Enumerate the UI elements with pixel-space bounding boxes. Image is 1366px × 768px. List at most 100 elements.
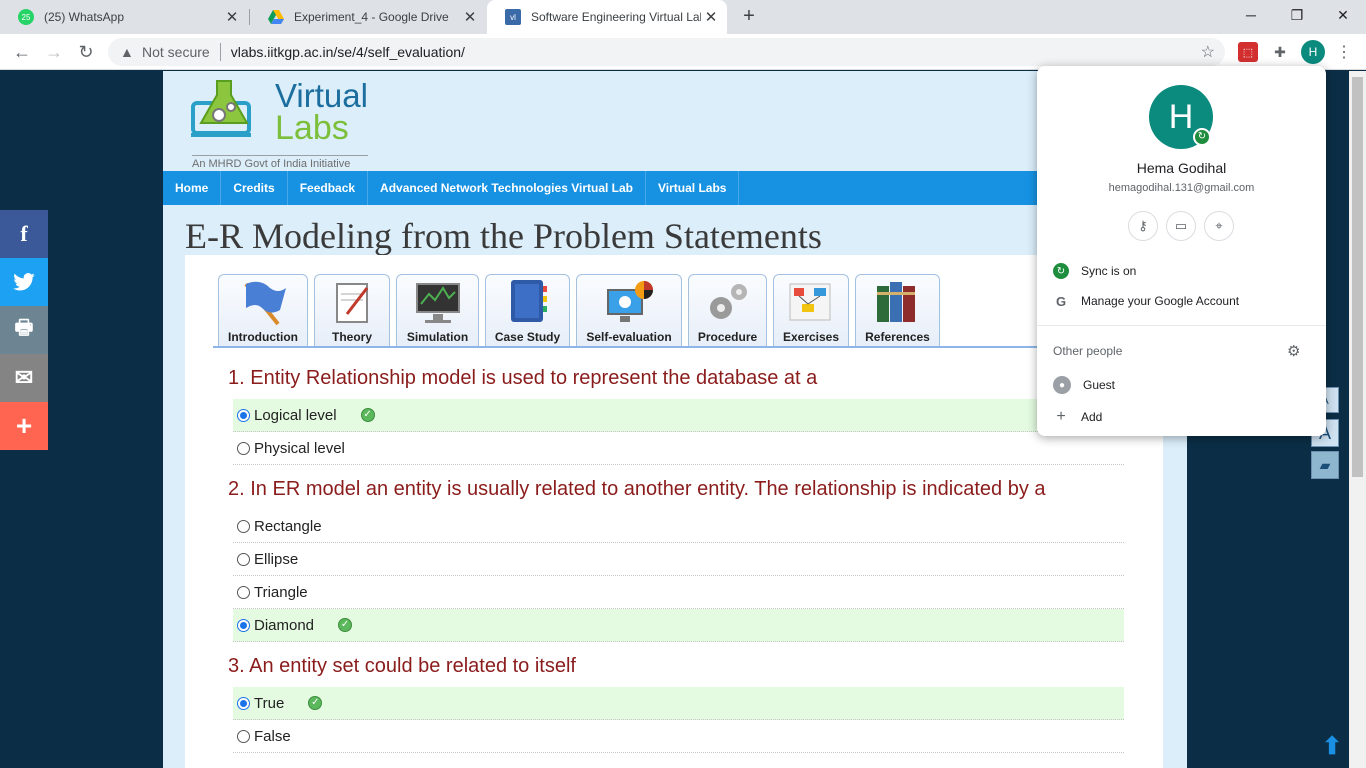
tab-label: Simulation bbox=[406, 330, 469, 344]
radio-button[interactable] bbox=[237, 729, 250, 743]
forward-icon[interactable]: → bbox=[42, 40, 66, 64]
twitter-share-icon[interactable] bbox=[0, 258, 48, 306]
new-tab-button[interactable]: + bbox=[738, 5, 760, 27]
page-title: E-R Modeling from the Problem Statements bbox=[185, 216, 822, 256]
plus-icon: + bbox=[1056, 408, 1066, 425]
q2-option-ellipse[interactable]: Ellipse bbox=[233, 543, 1124, 576]
tab-introduction[interactable]: Introduction bbox=[218, 274, 308, 347]
scroll-to-top-icon[interactable]: ⬆ bbox=[1322, 735, 1342, 760]
option-label: True bbox=[254, 694, 285, 712]
radio-button[interactable] bbox=[237, 585, 250, 599]
tab-self-evaluation[interactable]: Self-evaluation bbox=[576, 274, 682, 347]
folder-tool-icon[interactable]: ▰ bbox=[1311, 451, 1339, 479]
sync-status-row[interactable]: ↻ Sync is on bbox=[1053, 259, 1136, 283]
q1-option-logical-level[interactable]: Logical level ✓ bbox=[233, 399, 1124, 432]
tab-theory[interactable]: Theory bbox=[314, 274, 390, 347]
tab-procedure[interactable]: Procedure bbox=[688, 274, 767, 347]
logo-tagline: An MHRD Govt of India Initiative bbox=[192, 155, 368, 170]
gears-icon bbox=[709, 284, 747, 319]
payment-card-icon[interactable]: ▭ bbox=[1166, 211, 1196, 241]
radio-button[interactable] bbox=[237, 408, 250, 422]
q3-option-false[interactable]: False bbox=[233, 720, 1124, 753]
diagram-icon bbox=[789, 283, 831, 321]
radio-button[interactable] bbox=[237, 552, 250, 566]
gear-icon[interactable]: ⚙ bbox=[1287, 342, 1300, 360]
other-people-label: Other people bbox=[1053, 344, 1123, 358]
radio-button[interactable] bbox=[237, 618, 250, 632]
minimize-icon[interactable]: ─ bbox=[1228, 0, 1274, 30]
tab-simulation[interactable]: Simulation bbox=[396, 274, 479, 347]
radio-button[interactable] bbox=[237, 441, 250, 455]
tab-exercises[interactable]: Exercises bbox=[773, 274, 849, 347]
back-icon[interactable]: ← bbox=[10, 40, 34, 64]
tab-whatsapp[interactable]: 25 (25) WhatsApp ✕ bbox=[0, 0, 248, 34]
logo-word-labs: Labs bbox=[275, 109, 349, 147]
check-icon: ✓ bbox=[360, 408, 375, 422]
guest-row[interactable]: ● Guest bbox=[1053, 373, 1115, 397]
nav-advanced-network-lab[interactable]: Advanced Network Technologies Virtual La… bbox=[368, 171, 646, 205]
tab-google-drive[interactable]: Experiment_4 - Google Drive ✕ bbox=[250, 0, 486, 34]
tab-case-study[interactable]: Case Study bbox=[485, 274, 570, 347]
print-share-icon[interactable]: 🖶 bbox=[0, 306, 48, 354]
close-icon[interactable]: ✕ bbox=[701, 8, 721, 26]
tab-strip: 25 (25) WhatsApp ✕ Experiment_4 - Google… bbox=[0, 0, 1366, 34]
lab-tab-bar: Introduction Theory Simulation Case Stud… bbox=[218, 274, 940, 347]
passwords-key-icon[interactable]: ⚷ bbox=[1128, 211, 1158, 241]
option-label: False bbox=[254, 727, 291, 745]
tab-label: Theory bbox=[331, 330, 372, 344]
option-label: Rectangle bbox=[254, 517, 322, 535]
virtual-labs-logo[interactable]: Virtual Labs An MHRD Govt of India Initi… bbox=[191, 71, 381, 171]
whatsapp-icon: 25 bbox=[18, 9, 34, 25]
close-icon[interactable]: ✕ bbox=[460, 8, 480, 26]
q2-option-rectangle[interactable]: Rectangle bbox=[233, 510, 1124, 543]
addresses-location-icon[interactable]: ⌖ bbox=[1204, 211, 1234, 241]
tab-virtual-lab[interactable]: vl Software Engineering Virtual Lab ✕ bbox=[487, 0, 727, 34]
tab-label: Self-evaluation bbox=[586, 330, 672, 344]
profile-avatar-button[interactable]: H bbox=[1301, 40, 1325, 64]
bookmark-star-icon[interactable]: ☆ bbox=[1201, 42, 1215, 62]
q2-option-triangle[interactable]: Triangle bbox=[233, 576, 1124, 609]
profile-menu: H ↻ Hema Godihal hemagodihal.131@gmail.c… bbox=[1037, 66, 1326, 436]
close-window-icon[interactable]: ✕ bbox=[1320, 0, 1366, 30]
tab-label: References bbox=[865, 330, 930, 344]
facebook-share-icon[interactable]: f bbox=[0, 210, 48, 258]
notepad-icon bbox=[336, 283, 369, 323]
more-share-icon[interactable]: + bbox=[0, 402, 48, 450]
nav-feedback[interactable]: Feedback bbox=[288, 171, 369, 205]
close-icon[interactable]: ✕ bbox=[222, 8, 242, 26]
tab-references[interactable]: References bbox=[855, 274, 940, 347]
email-share-icon[interactable]: ✉ bbox=[0, 354, 48, 402]
sync-label: Sync is on bbox=[1081, 264, 1137, 278]
reload-icon[interactable]: ↻ bbox=[74, 40, 98, 64]
q2-option-diamond[interactable]: Diamond ✓ bbox=[233, 609, 1124, 642]
q1-option-physical-level[interactable]: Physical level bbox=[233, 432, 1124, 465]
pdf-extension-icon[interactable]: ⬚ bbox=[1238, 42, 1258, 62]
nav-credits[interactable]: Credits bbox=[221, 171, 288, 205]
google-drive-icon bbox=[268, 9, 284, 25]
radio-button[interactable] bbox=[237, 519, 250, 533]
nav-virtual-labs[interactable]: Virtual Labs bbox=[646, 171, 740, 205]
radio-button[interactable] bbox=[237, 696, 250, 710]
security-label[interactable]: Not secure bbox=[142, 44, 210, 60]
address-bar[interactable]: ▲ Not secure vlabs.iitkgp.ac.in/se/4/sel… bbox=[108, 38, 1225, 66]
option-label: Physical level bbox=[254, 439, 345, 457]
profile-email: hemagodihal.131@gmail.com bbox=[1108, 182, 1255, 194]
q3-option-true[interactable]: True ✓ bbox=[233, 687, 1124, 720]
restore-icon[interactable]: ❐ bbox=[1274, 0, 1320, 30]
nav-home[interactable]: Home bbox=[163, 171, 222, 205]
menu-kebab-icon[interactable]: ⋮ bbox=[1334, 42, 1354, 62]
url-text[interactable]: vlabs.iitkgp.ac.in/se/4/self_evaluation/ bbox=[231, 44, 465, 60]
tab-label: Procedure bbox=[697, 330, 758, 344]
tab-title: Experiment_4 - Google Drive bbox=[294, 10, 449, 24]
tab-label: Introduction bbox=[228, 330, 298, 344]
add-person-row[interactable]: + Add bbox=[1053, 405, 1102, 429]
question-3: 3. An entity set could be related to its… bbox=[228, 655, 576, 677]
option-label: Triangle bbox=[254, 583, 308, 601]
monitor-chart-icon bbox=[607, 281, 653, 322]
extensions-puzzle-icon[interactable]: ✚ bbox=[1270, 42, 1290, 62]
divider bbox=[1037, 325, 1326, 326]
scrollbar-thumb[interactable] bbox=[1352, 77, 1363, 477]
manage-account-row[interactable]: G Manage your Google Account bbox=[1053, 289, 1239, 313]
question-2: 2. In ER model an entity is usually rela… bbox=[228, 478, 1046, 500]
warning-icon[interactable]: ▲ bbox=[120, 44, 136, 60]
